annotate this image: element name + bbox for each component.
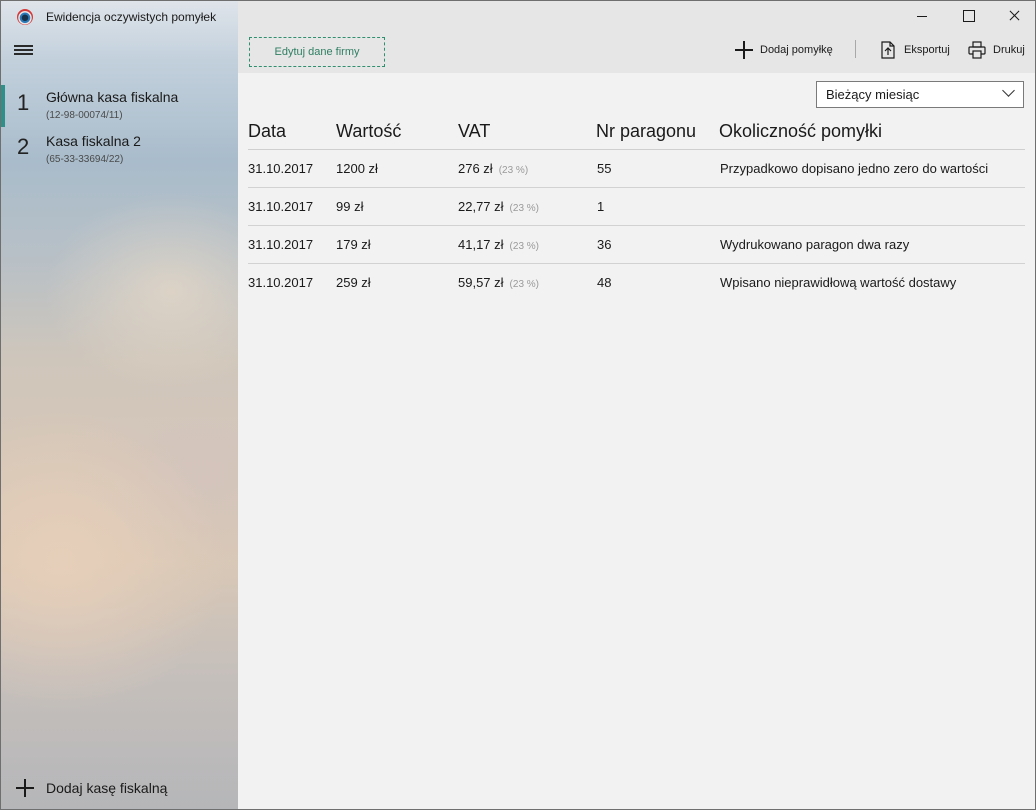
table-header: Data Wartość VAT Nr paragonu Okoliczność… <box>248 113 1025 150</box>
column-header-vat[interactable]: VAT <box>458 121 490 142</box>
sidebar: Ewidencja oczywistych pomyłek 1 Główna k… <box>1 1 238 809</box>
print-label: Drukuj <box>993 44 1025 56</box>
edit-company-button[interactable]: Edytuj dane firmy <box>249 37 385 67</box>
printer-icon <box>967 40 987 60</box>
cell-value: 1200 zł <box>336 161 378 176</box>
cell-date: 31.10.2017 <box>248 237 314 252</box>
column-header-reason[interactable]: Okoliczność pomyłki <box>719 121 882 142</box>
register-id: (65-33-33694/22) <box>46 154 124 165</box>
toolbar-separator <box>855 40 856 58</box>
register-name: Główna kasa fiskalna <box>46 89 179 105</box>
vat-rate: (23 %) <box>509 241 539 252</box>
maximize-icon[interactable] <box>945 1 991 31</box>
cell-vat: 41,17 zł (23 %) <box>458 237 539 252</box>
cell-value: 179 zł <box>336 237 371 252</box>
window-title: Ewidencja oczywistych pomyłek <box>46 10 217 24</box>
table-row[interactable]: 31.10.2017 179 zł 41,17 zł (23 %) 36 Wydr… <box>248 226 1025 264</box>
vat-amount: 276 zł <box>458 161 493 176</box>
register-name: Kasa fiskalna 2 <box>46 133 141 149</box>
vat-rate: (23 %) <box>498 165 529 176</box>
cell-receipt: 1 <box>597 199 605 214</box>
errors-table: Data Wartość VAT Nr paragonu Okoliczność… <box>248 113 1025 302</box>
export-icon <box>878 40 898 60</box>
table-row[interactable]: 31.10.2017 1200 zł 276 zł (23 %) 55 Przyp… <box>248 150 1025 188</box>
cell-date: 31.10.2017 <box>248 199 314 214</box>
vat-amount: 59,57 zł <box>458 275 504 290</box>
cell-receipt: 55 <box>597 161 612 176</box>
print-button[interactable]: Drukuj <box>967 39 1025 61</box>
register-number: 1 <box>17 90 30 115</box>
vat-rate: (23 %) <box>509 203 539 214</box>
column-header-value[interactable]: Wartość <box>336 121 401 142</box>
cell-reason: Wydrukowano paragon dwa razy <box>720 237 910 252</box>
cell-date: 31.10.2017 <box>248 275 314 290</box>
command-bar: Edytuj dane firmy Dodaj pomyłkę Eksportu… <box>238 1 1035 73</box>
period-dropdown-value: Bieżący miesiąc <box>826 87 920 102</box>
register-item-2[interactable]: 2 Kasa fiskalna 2 (65-33-33694/22) <box>1 129 238 169</box>
app-window: Ewidencja oczywistych pomyłek 1 Główna k… <box>0 0 1036 810</box>
column-header-date[interactable]: Data <box>248 121 286 142</box>
plus-icon <box>734 40 754 60</box>
cell-vat: 22,77 zł (23 %) <box>458 199 539 214</box>
app-logo-icon <box>17 9 33 25</box>
column-header-receipt[interactable]: Nr paragonu <box>596 121 696 142</box>
cell-value: 99 zł <box>336 199 364 214</box>
cell-reason: Przypadkowo dopisano jedno zero do warto… <box>720 161 989 176</box>
cell-vat: 59,57 zł (23 %) <box>458 275 539 290</box>
export-button[interactable]: Eksportuj <box>878 39 950 61</box>
vat-amount: 41,17 zł <box>458 237 504 252</box>
cell-value: 259 zł <box>336 275 371 290</box>
close-icon[interactable] <box>991 1 1035 31</box>
chevron-down-icon <box>1002 84 1015 97</box>
cell-receipt: 48 <box>597 275 612 290</box>
add-register-button[interactable]: Dodaj kasę fiskalną <box>15 777 167 799</box>
cell-vat: 276 zł (23 %) <box>458 161 528 176</box>
register-id: (12-98-00074/11) <box>46 110 123 121</box>
vat-amount: 22,77 zł <box>458 199 504 214</box>
add-error-label: Dodaj pomyłkę <box>760 44 833 56</box>
plus-icon <box>15 778 35 798</box>
main-content: Edytuj dane firmy Dodaj pomyłkę Eksportu… <box>238 1 1035 809</box>
cell-receipt: 36 <box>597 237 612 252</box>
add-error-button[interactable]: Dodaj pomyłkę <box>734 39 833 61</box>
minimize-icon[interactable] <box>899 1 945 31</box>
vat-rate: (23 %) <box>509 279 539 290</box>
table-row[interactable]: 31.10.2017 99 zł 22,77 zł (23 %) 1 <box>248 188 1025 226</box>
register-number: 2 <box>17 134 30 159</box>
hamburger-menu-icon[interactable] <box>14 43 34 57</box>
add-register-label: Dodaj kasę fiskalną <box>46 780 168 796</box>
cell-reason: Wpisano nieprawidłową wartość dostawy <box>720 275 957 290</box>
export-label: Eksportuj <box>904 44 950 56</box>
table-row[interactable]: 31.10.2017 259 zł 59,57 zł (23 %) 48 Wpis… <box>248 264 1025 302</box>
cell-date: 31.10.2017 <box>248 161 314 176</box>
window-controls <box>899 1 1035 31</box>
title-bar: Ewidencja oczywistych pomyłek <box>1 1 238 33</box>
register-item-1[interactable]: 1 Główna kasa fiskalna (12-98-00074/11) <box>1 85 238 127</box>
period-dropdown[interactable]: Bieżący miesiąc <box>816 81 1024 108</box>
